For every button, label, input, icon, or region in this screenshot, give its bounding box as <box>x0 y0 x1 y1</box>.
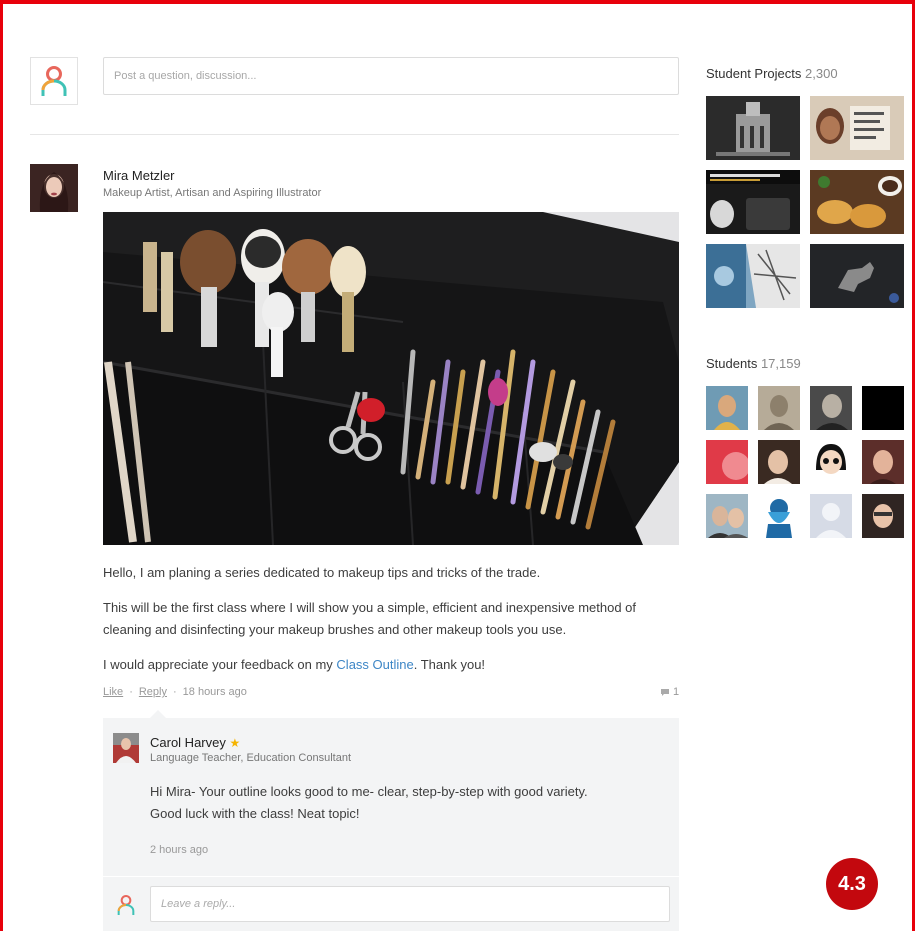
makeup-brushes-photo <box>103 212 679 545</box>
comment-count[interactable]: 1 <box>660 686 679 698</box>
step-badge: 4.3 <box>826 858 878 910</box>
author-avatar[interactable] <box>30 164 78 212</box>
post-paragraph-3: I would appreciate your feedback on my C… <box>103 657 486 672</box>
post-actions: Like · Reply · 18 hours ago <box>103 686 247 698</box>
reply-author-name[interactable]: Carol Harvey ★ <box>150 735 240 750</box>
reply-caret <box>150 710 166 718</box>
reply-text: Hi Mira- Your outline looks good to me- … <box>150 784 588 821</box>
student-avatar[interactable] <box>862 440 904 484</box>
reply-input[interactable] <box>150 886 670 922</box>
post-author-title: Makeup Artist, Artisan and Aspiring Illu… <box>103 187 322 199</box>
post-paragraph-1: Hello, I am planing a series dedicated t… <box>103 565 541 580</box>
project-thumbnail[interactable] <box>810 244 904 308</box>
like-link[interactable]: Like <box>103 686 123 698</box>
post-paragraph-2: This will be the first class where I wil… <box>103 600 637 637</box>
student-avatar[interactable] <box>862 386 904 430</box>
divider <box>30 134 679 135</box>
student-avatar[interactable] <box>706 386 748 430</box>
project-thumbnail[interactable] <box>706 170 800 234</box>
reply-author-avatar[interactable] <box>113 733 139 763</box>
speech-bubble-icon <box>661 688 669 696</box>
post-time: 18 hours ago <box>182 686 247 698</box>
reply-time: 2 hours ago <box>150 844 209 856</box>
student-avatar[interactable] <box>758 494 800 538</box>
user-avatar-small[interactable] <box>113 892 139 918</box>
reply-link[interactable]: Reply <box>139 686 167 698</box>
students-heading[interactable]: Students 17,159 <box>706 356 801 371</box>
user-outline-icon <box>117 894 135 915</box>
post-question-input[interactable] <box>103 57 679 95</box>
project-thumbnail[interactable] <box>810 170 904 234</box>
post-author-name[interactable]: Mira Metzler <box>103 168 175 183</box>
student-avatar[interactable] <box>810 386 852 430</box>
student-avatar[interactable] <box>706 440 748 484</box>
user-outline-icon <box>41 66 67 96</box>
project-thumbnail[interactable] <box>706 244 800 308</box>
reply-author-title: Language Teacher, Education Consultant <box>150 752 352 764</box>
student-avatar[interactable] <box>862 494 904 538</box>
post-image <box>103 212 679 545</box>
student-avatar[interactable] <box>758 386 800 430</box>
class-outline-link[interactable]: Class Outline <box>336 657 413 672</box>
student-avatar[interactable] <box>810 440 852 484</box>
student-avatar[interactable] <box>758 440 800 484</box>
student-projects-heading[interactable]: Student Projects 2,300 <box>706 66 838 81</box>
project-thumbnail[interactable] <box>810 96 904 160</box>
student-avatar[interactable] <box>706 494 748 538</box>
star-icon: ★ <box>229 736 241 750</box>
student-avatar[interactable] <box>810 494 852 538</box>
user-avatar[interactable] <box>30 57 78 105</box>
project-thumbnail[interactable] <box>706 96 800 160</box>
